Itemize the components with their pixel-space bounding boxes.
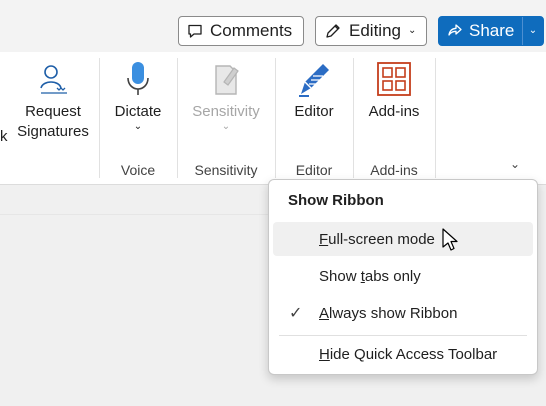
sensitivity-group: Sensitivity ⌄ Sensitivity	[178, 52, 274, 184]
ribbon-display-options-chevron-icon[interactable]: ⌄	[503, 152, 527, 176]
sensitivity-button[interactable]: Sensitivity ⌄	[178, 58, 274, 132]
comments-label: Comments	[210, 21, 293, 40]
menu-item-full-screen-mode[interactable]: Full-screen mode	[273, 222, 533, 256]
request-signatures-button[interactable]: Request Signatures	[8, 58, 98, 142]
pencil-icon	[326, 24, 340, 38]
sensitivity-icon	[215, 65, 239, 95]
chevron-down-icon: ⌄	[221, 121, 231, 132]
menu-item-hide-quick-access-toolbar[interactable]: Hide Quick Access Toolbar	[273, 337, 533, 371]
share-options-chevron-icon[interactable]: ⌄	[522, 17, 543, 45]
editor-label: Editor	[294, 103, 334, 120]
menu-separator	[279, 335, 527, 336]
mouse-cursor-icon	[442, 228, 458, 251]
voice-group-label: Voice	[120, 162, 156, 178]
add-ins-group: Add-ins Add-ins	[354, 52, 434, 184]
chevron-down-icon: ⌄	[133, 121, 143, 132]
menu-item-always-show-ribbon[interactable]: ✓ Always show Ribbon	[273, 296, 533, 330]
checkmark-icon: ✓	[289, 305, 303, 322]
share-icon	[448, 24, 462, 36]
add-ins-grid-icon	[377, 62, 411, 96]
menu-item-label: ull-screen mode	[328, 230, 435, 248]
comments-button[interactable]: Comments	[178, 16, 304, 46]
signatures-group: Request Signatures	[8, 52, 98, 184]
voice-group: Dictate ⌄ Voice	[100, 52, 176, 184]
add-ins-button[interactable]: Add-ins	[354, 58, 434, 122]
add-ins-label: Add-ins	[368, 103, 420, 120]
request-signatures-line2: Signatures	[17, 123, 89, 140]
ribbon: k Request Signatures Dictate ⌄ Voice Sen…	[0, 52, 546, 185]
show-ribbon-menu: Show Ribbon Full-screen mode Show t abs o…	[268, 179, 538, 375]
mnemonic: H	[319, 345, 330, 363]
editor-group: Editor Editor	[276, 52, 352, 184]
editing-mode-button[interactable]: Editing ⌄	[315, 16, 427, 46]
dictate-label: Dictate	[114, 103, 162, 120]
chevron-down-icon: ⌄	[407, 25, 417, 36]
menu-item-label: lways show Ribbon	[329, 304, 458, 322]
add-ins-group-label: Add-ins	[370, 162, 418, 178]
editor-pen-icon	[299, 64, 329, 97]
cut-off-label: k	[0, 128, 8, 145]
editor-button[interactable]: Editor	[276, 58, 352, 122]
menu-item-label-prefix: Show	[319, 267, 361, 285]
group-separator	[435, 58, 436, 178]
menu-item-label: abs only	[364, 267, 421, 285]
signature-icon	[40, 65, 67, 94]
mnemonic: F	[319, 230, 329, 248]
editor-group-label: Editor	[295, 162, 333, 178]
editing-label: Editing	[349, 21, 401, 40]
microphone-icon	[127, 62, 149, 95]
share-button[interactable]: Share ⌄	[438, 16, 544, 46]
sensitivity-label: Sensitivity	[192, 103, 260, 120]
sensitivity-group-label: Sensitivity	[194, 162, 258, 178]
request-signatures-line1: Request	[25, 103, 81, 120]
menu-title: Show Ribbon	[288, 192, 384, 209]
mnemonic: A	[319, 304, 330, 322]
menu-item-show-tabs-only[interactable]: Show t abs only	[273, 259, 533, 293]
dictate-button[interactable]: Dictate ⌄	[100, 58, 176, 132]
title-bar: Comments Editing ⌄ Share ⌄	[0, 0, 546, 52]
share-label: Share	[469, 21, 515, 40]
document-divider	[0, 214, 270, 215]
comment-icon	[188, 24, 202, 38]
menu-item-label: ide Quick Access Toolbar	[329, 345, 498, 363]
